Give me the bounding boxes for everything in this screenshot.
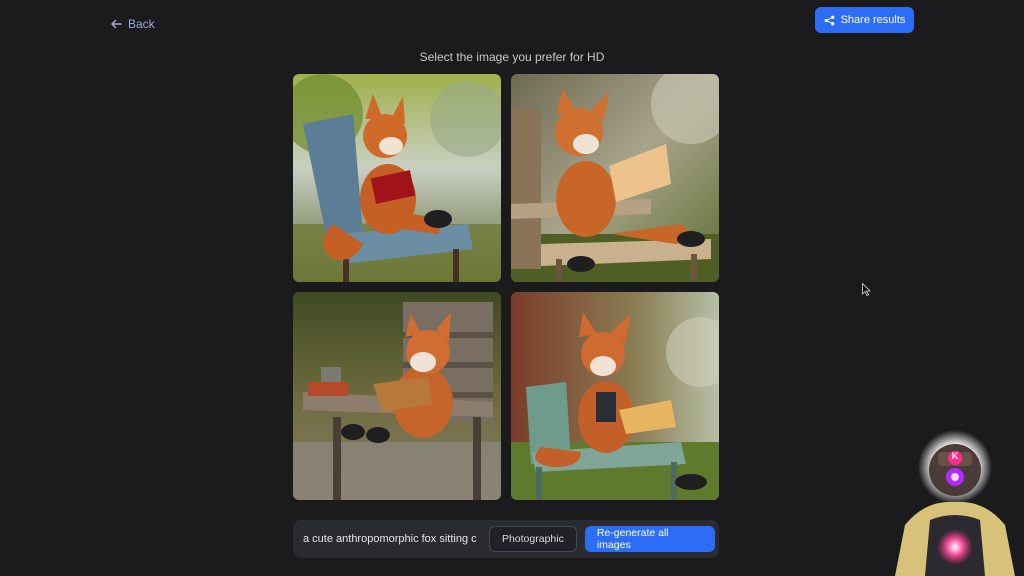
back-link[interactable]: Back [110, 14, 155, 34]
image-option-2[interactable] [511, 74, 719, 282]
share-results-button[interactable]: Share results [815, 7, 914, 33]
back-label: Back [128, 17, 155, 31]
style-photographic-button[interactable]: Photographic [488, 526, 577, 552]
fox-image-4 [511, 292, 719, 500]
fox-image-3 [293, 292, 501, 500]
image-option-4[interactable] [511, 292, 719, 500]
fox-image-1 [293, 74, 501, 282]
share-label: Share results [840, 14, 906, 26]
prompt-input[interactable] [303, 526, 481, 552]
mouse-cursor-icon [862, 283, 871, 296]
prompt-bar: Photographic Re-generate all images [293, 520, 719, 558]
share-icon [824, 15, 834, 25]
page: Back Share results Select the image you … [0, 0, 1024, 576]
image-option-3[interactable] [293, 292, 501, 500]
image-grid [293, 74, 719, 500]
avatar-badge-letter: K [951, 451, 959, 461]
regenerate-all-button[interactable]: Re-generate all images [584, 526, 715, 552]
image-option-1[interactable] [293, 74, 501, 282]
fox-image-2 [511, 74, 719, 282]
page-title: Select the image you prefer for HD [419, 50, 605, 64]
arrow-left-icon [111, 19, 122, 29]
